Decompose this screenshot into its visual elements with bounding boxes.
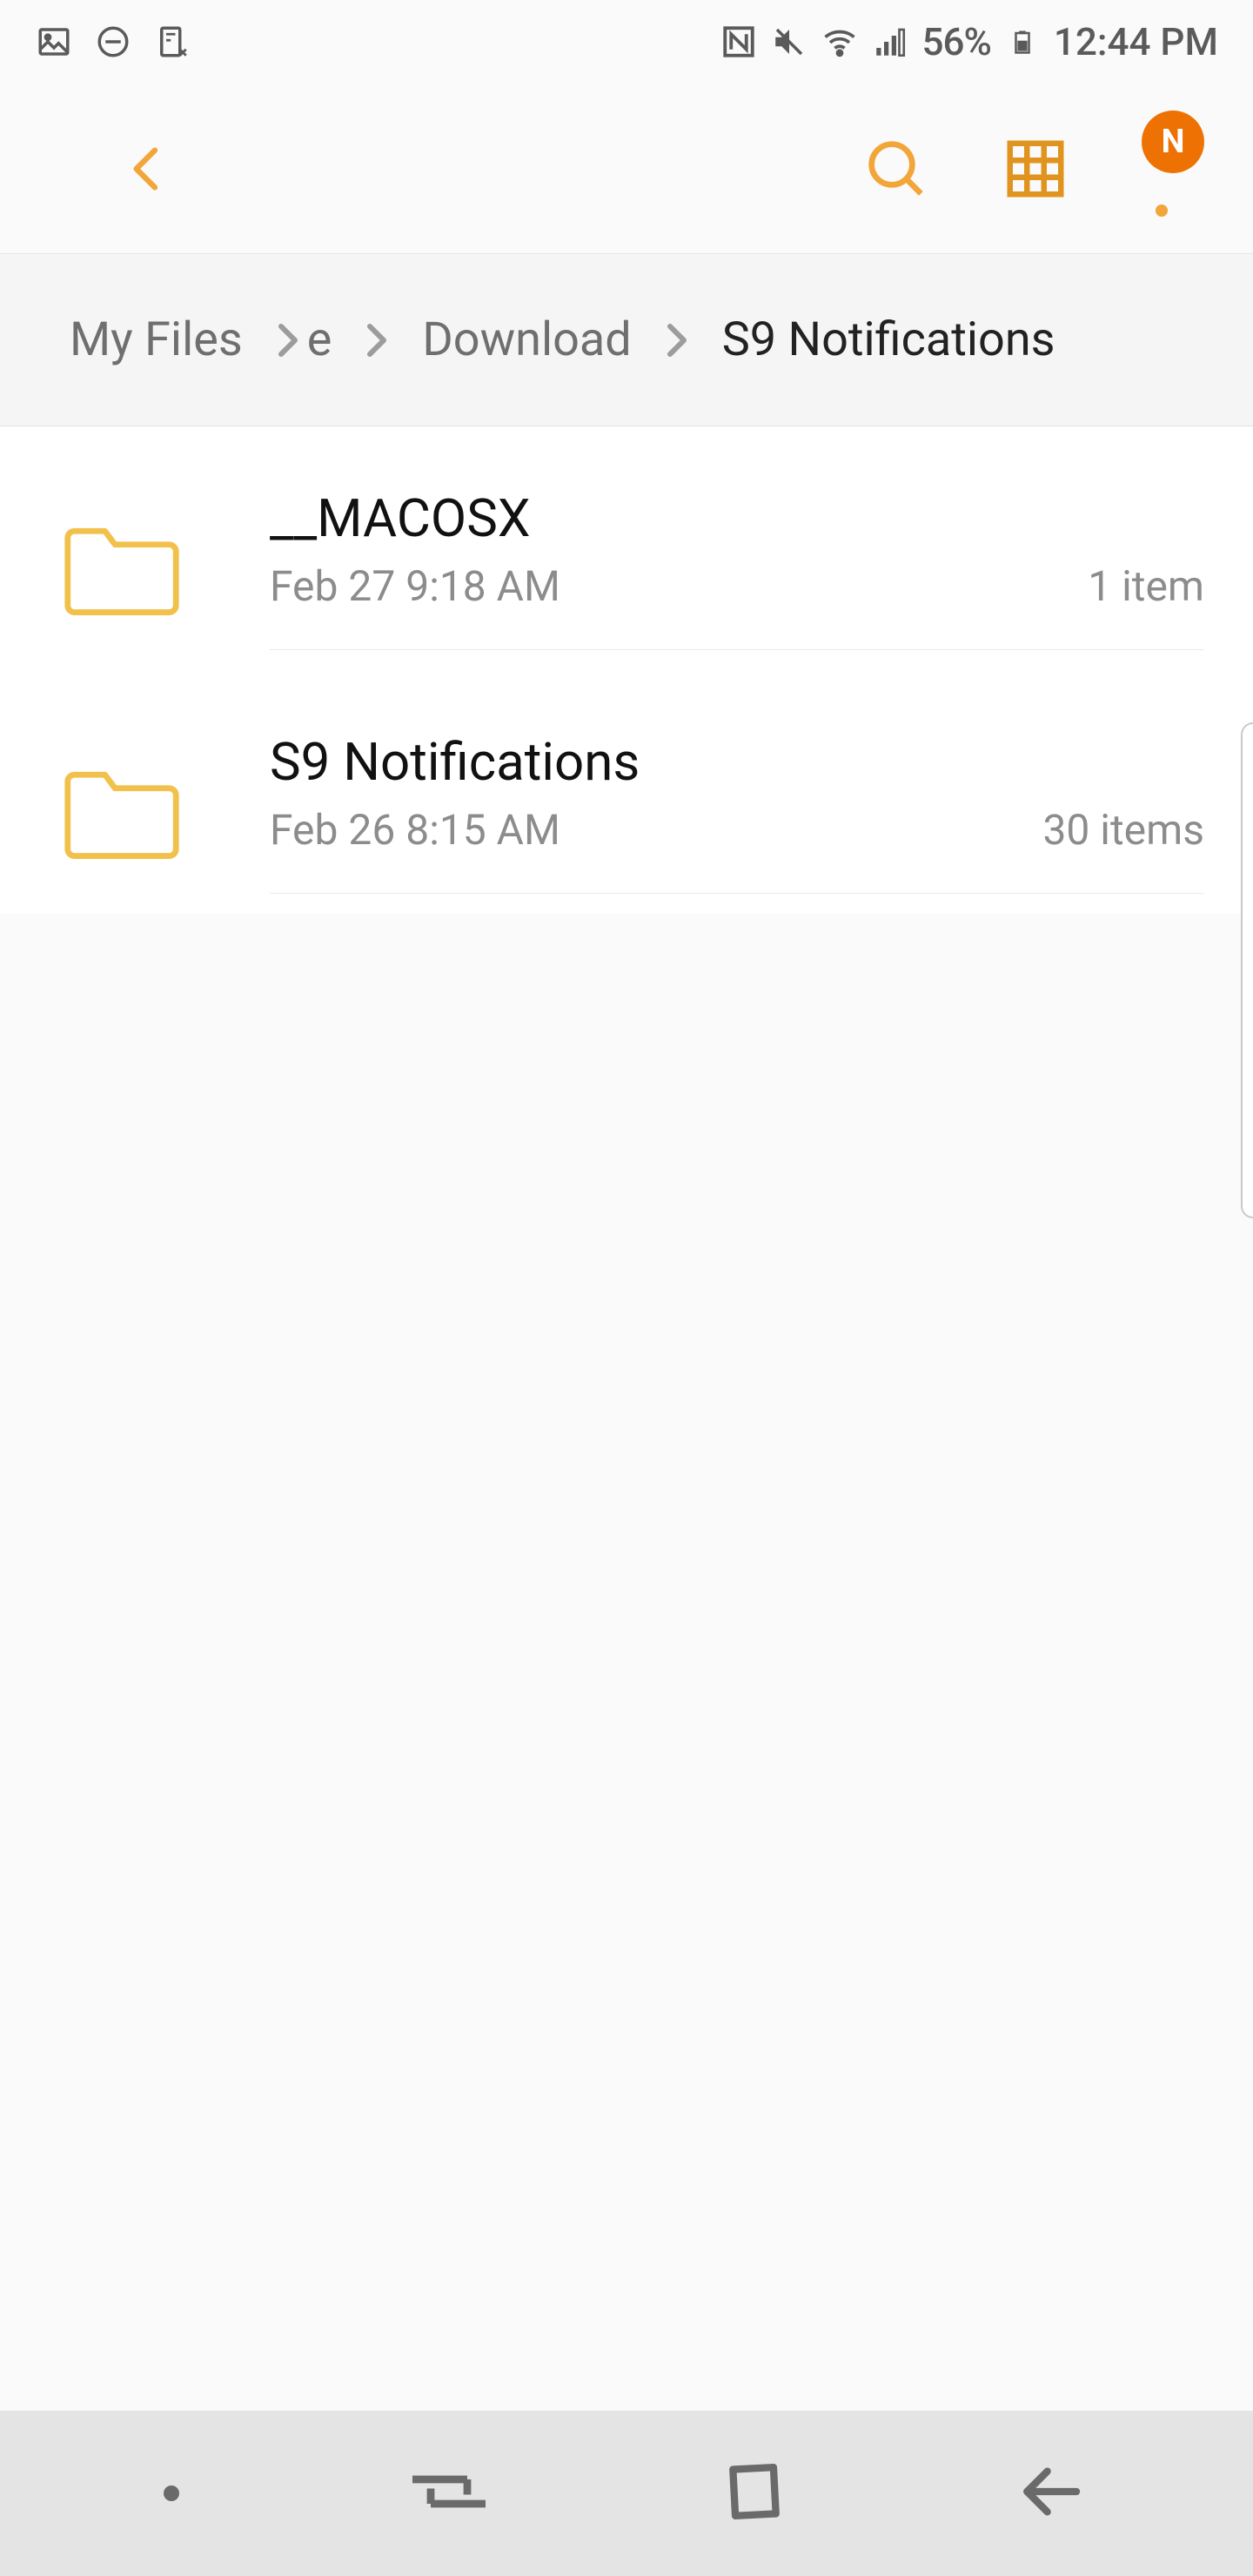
home-button[interactable] [720, 2457, 789, 2530]
search-button[interactable] [844, 117, 948, 221]
app-bar: N [0, 84, 1253, 254]
breadcrumb-root[interactable]: My Files [70, 312, 243, 367]
gallery-icon [35, 23, 73, 61]
nfc-icon [720, 23, 758, 61]
folder-icon [61, 516, 183, 621]
file-date: Feb 26 8:15 AM [270, 805, 560, 855]
overflow-menu-button[interactable]: N [1122, 117, 1201, 221]
chevron-right-icon [356, 315, 398, 366]
chevron-right-icon [267, 315, 309, 366]
badge-letter: N [1162, 123, 1185, 161]
file-name: __MACOSX [270, 487, 1204, 549]
status-left-icons [35, 23, 191, 61]
clock-text: 12:44 PM [1054, 19, 1218, 64]
breadcrumb-download[interactable]: Download [422, 312, 631, 367]
back-button[interactable] [96, 117, 200, 221]
system-nav-bar [0, 2411, 1253, 2576]
list-item[interactable]: __MACOSX Feb 27 9:18 AM 1 item [0, 426, 1253, 670]
file-count: 30 items [1042, 805, 1204, 855]
list-item[interactable]: S9 Notifications Feb 26 8:15 AM 30 items [0, 670, 1253, 914]
file-name: S9 Notifications [270, 731, 1204, 793]
file-count: 1 item [1088, 561, 1204, 611]
status-bar: 56% 12:44 PM [0, 0, 1253, 84]
scroll-indicator[interactable] [1241, 722, 1253, 1218]
nav-back-button[interactable] [1011, 2457, 1089, 2530]
view-grid-button[interactable] [983, 117, 1088, 221]
breadcrumb: My Files e Download S9 Notifications [0, 254, 1253, 426]
overflow-dot-icon [1156, 205, 1168, 217]
breadcrumb-truncated-segment[interactable]: e [307, 312, 332, 367]
mute-icon [770, 23, 808, 61]
wifi-icon [821, 23, 859, 61]
status-right: 56% 12:44 PM [720, 19, 1218, 64]
battery-percent: 56% [921, 19, 990, 64]
recents-button[interactable] [401, 2461, 497, 2526]
nav-dot-icon [164, 2485, 179, 2501]
dnd-icon [94, 23, 132, 61]
chevron-right-icon [656, 315, 698, 366]
file-date: Feb 27 9:18 AM [270, 561, 560, 611]
battery-icon [1003, 23, 1042, 61]
badge-icon: N [1142, 111, 1204, 173]
folder-icon [61, 760, 183, 864]
breadcrumb-current: S9 Notifications [722, 312, 1055, 367]
file-list: __MACOSX Feb 27 9:18 AM 1 item S9 Notifi… [0, 426, 1253, 914]
sim-icon [153, 23, 191, 61]
signal-icon [871, 23, 909, 61]
